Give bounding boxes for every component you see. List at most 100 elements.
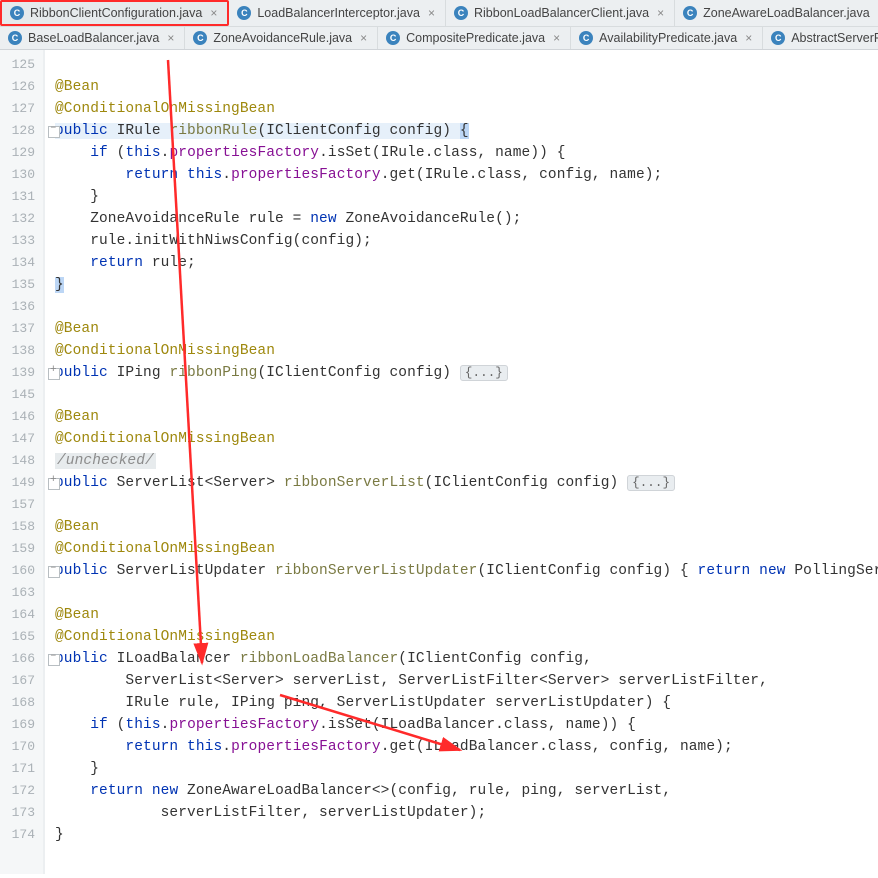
line-number: 173 [4,802,35,824]
code-line[interactable]: @Bean [55,76,878,98]
close-icon[interactable]: × [745,31,752,45]
line-number: 134 [4,252,35,274]
line-number: 146 [4,406,35,428]
line-number: 169 [4,714,35,736]
tab-label: AbstractServerP [791,31,878,45]
code-line[interactable]: if (this.propertiesFactory.isSet(ILoadBa… [55,714,878,736]
code-line[interactable]: @ConditionalOnMissingBean [55,538,878,560]
line-number: 130 [4,164,35,186]
line-number: 145 [4,384,35,406]
code-line[interactable]: } [55,824,878,846]
tab-bar: CRibbonClientConfiguration.java×CLoadBal… [0,0,878,50]
code-line[interactable]: if (this.propertiesFactory.isSet(IRule.c… [55,142,878,164]
code-line[interactable]: public IRule ribbonRule(IClientConfig co… [55,120,878,142]
line-number: 135 [4,274,35,296]
java-class-icon: C [8,31,22,45]
editor-tab[interactable]: CLoadBalancerInterceptor.java× [229,0,446,26]
line-number: 137 [4,318,35,340]
line-number: 158 [4,516,35,538]
code-line[interactable]: @ConditionalOnMissingBean [55,626,878,648]
code-line[interactable]: IRule rule, IPing ping, ServerListUpdate… [55,692,878,714]
code-line[interactable]: } [55,758,878,780]
line-number: 160 [4,560,35,582]
line-number: 125 [4,54,35,76]
java-class-icon: C [237,6,251,20]
code-line[interactable]: public ServerList<Server> ribbonServerLi… [55,472,878,494]
code-line[interactable]: return this.propertiesFactory.get(IRule.… [55,164,878,186]
line-number: 138 [4,340,35,362]
line-number: 165 [4,626,35,648]
code-line[interactable]: public ServerListUpdater ribbonServerLis… [55,560,878,582]
code-line[interactable]: @ConditionalOnMissingBean [55,98,878,120]
code-line[interactable]: /unchecked/ [55,450,878,472]
tab-label: CompositePredicate.java [406,31,545,45]
code-line[interactable]: @Bean [55,318,878,340]
line-number: 136 [4,296,35,318]
code-line[interactable]: public IPing ribbonPing(IClientConfig co… [55,362,878,384]
code-line[interactable] [55,846,878,868]
java-class-icon: C [386,31,400,45]
line-number: 133 [4,230,35,252]
tab-label: RibbonLoadBalancerClient.java [474,6,649,20]
code-line[interactable]: } [55,186,878,208]
line-number: 131 [4,186,35,208]
java-class-icon: C [579,31,593,45]
code-line[interactable]: serverListFilter, serverListUpdater); [55,802,878,824]
tab-label: BaseLoadBalancer.java [28,31,159,45]
code-line[interactable] [55,494,878,516]
code-line[interactable]: ZoneAvoidanceRule rule = new ZoneAvoidan… [55,208,878,230]
code-line[interactable]: return new ZoneAwareLoadBalancer<>(confi… [55,780,878,802]
java-class-icon: C [193,31,207,45]
code-line[interactable] [55,384,878,406]
code-line[interactable] [55,582,878,604]
line-number: 126 [4,76,35,98]
code-line[interactable]: @Bean [55,516,878,538]
close-icon[interactable]: × [360,31,367,45]
code-area[interactable]: @Bean@ConditionalOnMissingBeanpublic IRu… [45,50,878,874]
editor-tab[interactable]: CZoneAwareLoadBalancer.java× [675,0,878,26]
line-number-gutter: 1251261271281291301311321331341351361371… [0,50,44,874]
line-number: 168 [4,692,35,714]
line-number: 132 [4,208,35,230]
code-editor[interactable]: 1251261271281291301311321331341351361371… [0,50,878,874]
line-number: 149 [4,472,35,494]
close-icon[interactable]: × [428,6,435,20]
line-number: 128 [4,120,35,142]
close-icon[interactable]: × [553,31,560,45]
code-line[interactable]: } [55,274,878,296]
code-line[interactable]: return this.propertiesFactory.get(ILoadB… [55,736,878,758]
code-line[interactable]: return rule; [55,252,878,274]
line-number: 127 [4,98,35,120]
line-number: 129 [4,142,35,164]
java-class-icon: C [454,6,468,20]
editor-tab[interactable]: C RibbonLoadBalancerClient.java × [446,0,675,26]
editor-tab[interactable]: C AvailabilityPredicate.java × [571,27,763,49]
code-line[interactable]: @ConditionalOnMissingBean [55,340,878,362]
line-number: 167 [4,670,35,692]
tab-label: RibbonClientConfiguration.java [30,6,202,20]
close-icon[interactable]: × [167,31,174,45]
java-class-icon: C [771,31,785,45]
line-number: 159 [4,538,35,560]
editor-tab[interactable]: CAbstractServerP× [763,27,878,49]
line-number: 174 [4,824,35,846]
code-line[interactable]: public ILoadBalancer ribbonLoadBalancer(… [55,648,878,670]
tab-label: AvailabilityPredicate.java [599,31,737,45]
line-number: 170 [4,736,35,758]
close-icon[interactable]: × [210,6,217,20]
editor-tab[interactable]: C CompositePredicate.java × [378,27,571,49]
editor-tab[interactable]: CZoneAvoidanceRule.java× [185,27,378,49]
close-icon[interactable]: × [657,6,664,20]
line-number: 164 [4,604,35,626]
code-line[interactable]: @ConditionalOnMissingBean [55,428,878,450]
editor-tab[interactable]: C RibbonClientConfiguration.java × [0,0,229,26]
code-line[interactable]: @Bean [55,406,878,428]
java-class-icon: C [10,6,24,20]
code-line[interactable] [55,54,878,76]
code-line[interactable]: @Bean [55,604,878,626]
editor-tab[interactable]: C BaseLoadBalancer.java × [0,27,185,49]
code-line[interactable]: ServerList<Server> serverList, ServerLis… [55,670,878,692]
code-line[interactable]: rule.initWithNiwsConfig(config); [55,230,878,252]
line-number: 147 [4,428,35,450]
code-line[interactable] [55,296,878,318]
